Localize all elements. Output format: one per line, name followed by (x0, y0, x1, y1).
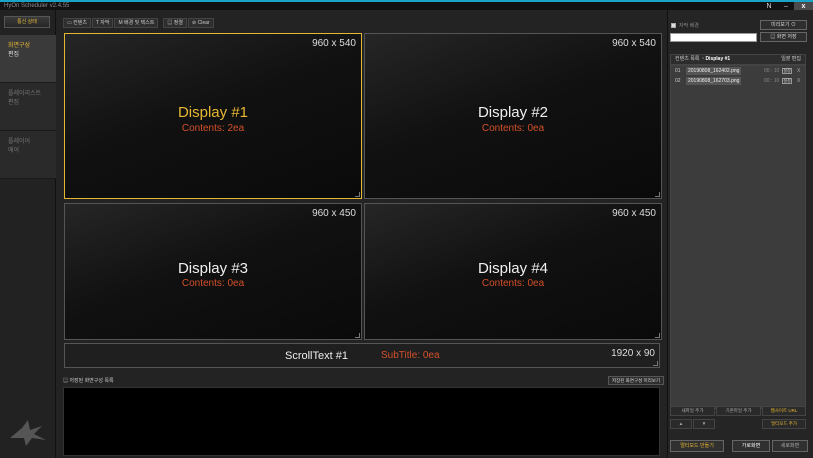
move-down-button[interactable]: ▼ (693, 419, 715, 429)
display-contents-count: Contents: 0ea (481, 123, 545, 134)
display-3[interactable]: 960 x 450 Display #3 Contents: 0ea (64, 203, 362, 340)
website-url-button[interactable]: 웹사이트 URL (762, 406, 806, 416)
background-text-button[interactable]: M 배경 및 텍스트 (114, 18, 159, 28)
add-content-button[interactable]: ▭ 컨텐츠 (63, 18, 91, 28)
save-layout-button[interactable]: ▤ 화면 저장 (760, 32, 807, 42)
display-name: Display #2 (477, 104, 549, 121)
scrolltext-subtitle-count: SubTitle: 0ea (381, 350, 440, 361)
layout-name-input[interactable] (670, 33, 757, 42)
selected-display-label: · Display #1 (702, 56, 731, 62)
subtitle-bg-checkbox[interactable]: 자막 배경 (671, 22, 699, 29)
align-button[interactable]: ▤ 정렬 (163, 18, 188, 28)
add-new-file-button[interactable]: 새파일 추가 (670, 406, 715, 416)
display-contents-count: Contents: 0ea (481, 278, 545, 289)
comm-status-button[interactable]: 통신 상태 (4, 16, 50, 28)
display-name: Display #1 (177, 104, 249, 121)
item-duration: 00 : 10 (764, 68, 780, 74)
display-resolution: 960 x 450 (312, 208, 356, 219)
main-area: ▭ 컨텐츠 T 자막 M 배경 및 텍스트 ▤ 정렬 ⊘ Clear 960 x… (56, 10, 667, 458)
item-index: 02 (675, 78, 681, 84)
resize-handle[interactable] (355, 333, 360, 338)
item-settings-button[interactable]: 설정 (782, 78, 792, 84)
title-bar: HyOn Scheduler v2.4.55 N ‒ x (0, 0, 813, 11)
display-2[interactable]: 960 x 540 Display #2 Contents: 0ea (364, 33, 662, 199)
display-1[interactable]: 960 x 540 Display #1 Contents: 2ea (64, 33, 362, 199)
item-duration: 00 : 10 (764, 78, 780, 84)
nav-item-layout-edit[interactable]: 화면구성 편집 (0, 35, 56, 83)
clear-button[interactable]: ⊘ Clear (188, 18, 214, 28)
scrolltext-area[interactable]: ScrollText #1 SubTitle: 0ea 1920 x 90 (64, 343, 660, 368)
nav-item-sublabel: 편집 (8, 100, 20, 106)
landscape-button[interactable]: 가로화면 (732, 440, 770, 452)
preview-button[interactable]: 미리보기 ⊙ (760, 20, 807, 30)
nav-item-label: 플레이어 (8, 139, 31, 145)
nav-item-sublabel: 에어 (8, 148, 20, 154)
left-navigation: 통신 상태 화면구성 편집 플레이리스트 편집 플레이어 에어 (0, 10, 56, 458)
display-resolution: 960 x 540 (312, 38, 356, 49)
right-panel: 자막 배경 미리보기 ⊙ ▤ 화면 저장 컨텐츠 목록 · Display #1 … (667, 10, 813, 458)
resize-handle[interactable] (655, 192, 660, 197)
contents-list-title: 컨텐츠 목록 (675, 56, 700, 62)
item-filename: 20190808_162402.png (686, 67, 742, 75)
list-item[interactable]: 01 20190808_162402.png 00 : 10 설정 X (671, 66, 805, 76)
display-name: Display #3 (177, 260, 249, 277)
nav-item-player[interactable]: 플레이어 에어 (0, 131, 56, 179)
contents-list: 01 20190808_162402.png 00 : 10 설정 X 02 2… (670, 65, 806, 409)
checkbox-icon (671, 23, 676, 28)
make-multimode-button[interactable]: 멀티모드 만들기 (670, 440, 724, 452)
editor-toolbar: ▭ 컨텐츠 T 자막 M 배경 및 텍스트 ▤ 정렬 ⊘ Clear (63, 18, 214, 28)
nav-item-sublabel: 편집 (8, 52, 20, 58)
logo-icon (10, 420, 46, 446)
resize-handle[interactable] (355, 192, 360, 197)
add-subtitle-button[interactable]: T 자막 (91, 18, 114, 28)
app-title: HyOn Scheduler v2.4.55 (4, 3, 70, 9)
batch-edit-button[interactable]: 일괄 편집 (781, 55, 801, 64)
display-contents-count: Contents: 2ea (181, 123, 245, 134)
item-settings-button[interactable]: 설정 (782, 68, 792, 74)
item-remove-button[interactable]: X (797, 76, 800, 86)
saved-layouts-preview-button[interactable]: 저장된 화면구성 미리보기 (608, 376, 665, 385)
resize-handle[interactable] (653, 361, 658, 366)
saved-layouts-list[interactable] (63, 387, 660, 456)
list-item[interactable]: 02 20190808_162703.png 00 : 10 설정 X (671, 76, 805, 86)
nav-item-label: 플레이리스트 (8, 91, 42, 97)
item-filename: 20190808_162703.png (686, 77, 742, 85)
display-name: Display #4 (477, 260, 549, 277)
add-multimode-button[interactable]: 멀티모드 추가 (762, 419, 806, 429)
display-resolution: 960 x 540 (612, 38, 656, 49)
scrolltext-resolution: 1920 x 90 (611, 348, 655, 359)
saved-layouts-label: ▤ 저장된 화면구성 목록 (63, 378, 114, 384)
scrolltext-name: ScrollText #1 (285, 350, 348, 362)
move-up-button[interactable]: ▲ (670, 419, 692, 429)
resize-handle[interactable] (655, 333, 660, 338)
nav-item-playlist-edit[interactable]: 플레이리스트 편집 (0, 83, 56, 131)
nav-item-label: 화면구성 (8, 43, 31, 49)
portrait-button[interactable]: 세로화면 (772, 440, 808, 452)
display-4[interactable]: 960 x 450 Display #4 Contents: 0ea (364, 203, 662, 340)
contents-list-header: 컨텐츠 목록 · Display #1 일괄 편집 (670, 54, 806, 65)
display-contents-count: Contents: 0ea (181, 278, 245, 289)
add-existing-file-button[interactable]: 기존파일 추가 (716, 406, 761, 416)
item-index: 01 (675, 68, 681, 74)
checkbox-label: 자막 배경 (679, 23, 699, 29)
item-remove-button[interactable]: X (797, 66, 800, 76)
display-resolution: 960 x 450 (612, 208, 656, 219)
